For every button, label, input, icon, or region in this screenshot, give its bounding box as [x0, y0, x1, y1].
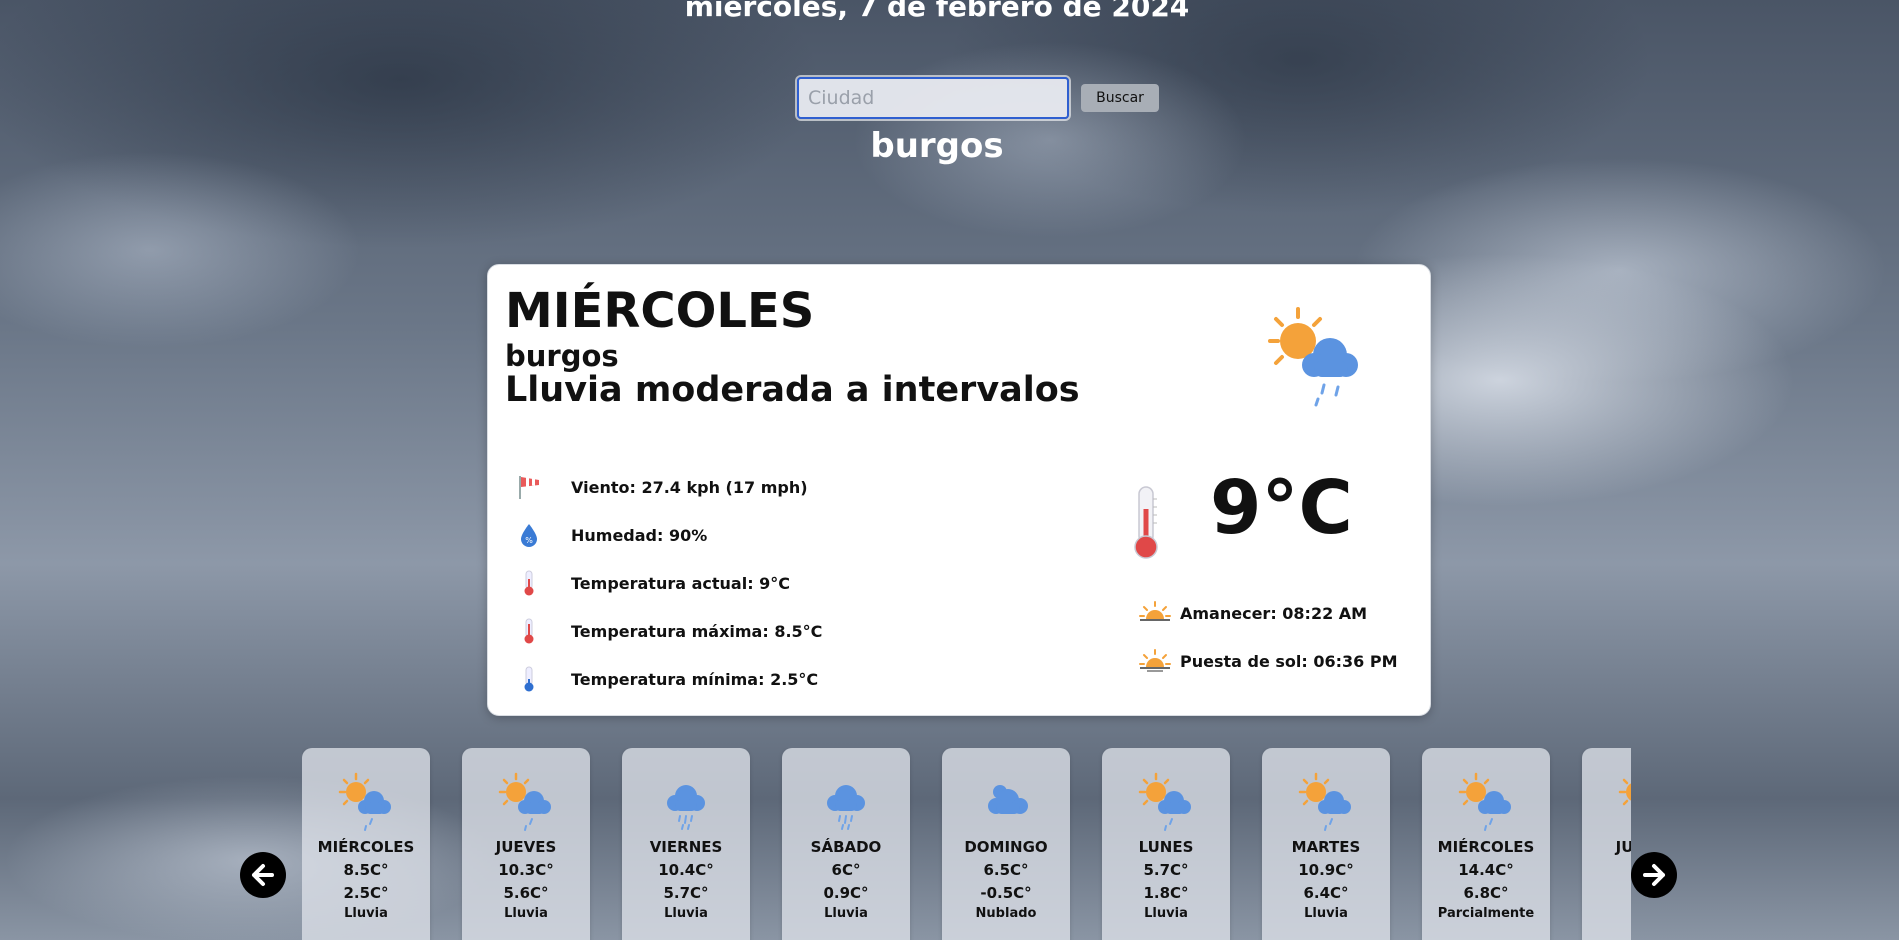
current-weather-card: MIÉRCOLES burgos Lluvia moderada a inter…	[487, 264, 1431, 716]
search-bar: Buscar	[797, 77, 1159, 119]
sunset-icon	[1139, 649, 1171, 672]
sunrise-text: Amanecer: 08:22 AM	[1180, 603, 1368, 623]
forecast-max-temp: 10.9C°	[1298, 861, 1354, 879]
forecast-min-temp: 2.5C°	[343, 884, 389, 902]
city-heading: burgos	[870, 126, 1004, 166]
arrow-right-icon	[1643, 864, 1665, 886]
detail-text: Temperatura máxima: 8.5°C	[571, 621, 823, 641]
forecast-max-temp: 10.4C°	[658, 861, 714, 879]
forecast-card[interactable]: JUEVES 1 6 L	[1582, 748, 1631, 940]
detail-min-temp: Temperatura mínima: 2.5°C	[515, 655, 822, 703]
forecast-min-temp: 6.8C°	[1463, 884, 1509, 902]
sun-cloud-rain-icon	[1138, 772, 1191, 831]
forecast-condition: Lluvia	[1144, 906, 1188, 921]
sunrise-row: Amanecer: 08:22 AM	[1138, 589, 1398, 637]
forecast-day: MIÉRCOLES	[1437, 838, 1535, 856]
thermometer-hot-icon	[515, 617, 543, 645]
sunset-text: Puesta de sol: 06:36 PM	[1180, 651, 1398, 671]
forecast-day: MIÉRCOLES	[317, 838, 415, 856]
weather-details-list: Viento: 27.4 kph (17 mph) % Humedad: 90%…	[515, 463, 822, 703]
windsock-icon	[515, 473, 543, 501]
page-date: miércoles, 7 de febrero de 2024	[684, 0, 1190, 23]
sunrise-icon	[1139, 601, 1171, 621]
sun-cloud-rain-icon	[338, 772, 391, 831]
forecast-day: LUNES	[1138, 838, 1194, 856]
detail-wind: Viento: 27.4 kph (17 mph)	[515, 463, 822, 511]
current-city: burgos	[505, 339, 619, 373]
forecast-condition: Lluvia	[664, 906, 708, 921]
sun-cloud-rain-icon	[498, 772, 551, 831]
forecast-card[interactable]: LUNES 5.7C° 1.8C° Lluvia	[1102, 748, 1230, 940]
sunset-row: Puesta de sol: 06:36 PM	[1138, 637, 1398, 685]
forecast-condition: Nublado	[975, 906, 1037, 921]
city-search-input[interactable]	[797, 77, 1069, 119]
forecast-card[interactable]: MIÉRCOLES 8.5C° 2.5C° Lluvia	[302, 748, 430, 940]
humidity-drop-icon: %	[515, 521, 543, 549]
cloud-rain-icon	[667, 785, 705, 830]
thermometer-icon	[1134, 486, 1158, 559]
detail-text: Viento: 27.4 kph (17 mph)	[571, 477, 808, 497]
detail-current-temp: Temperatura actual: 9°C	[515, 559, 822, 607]
current-temperature: 9°C	[1210, 465, 1353, 551]
forecast-card[interactable]: JUEVES 10.3C° 5.6C° Lluvia	[462, 748, 590, 940]
forecast-min-temp: 6	[1582, 884, 1631, 902]
search-button[interactable]: Buscar	[1081, 84, 1159, 112]
thermometer-icon	[515, 569, 543, 597]
forecast-card[interactable]: MIÉRCOLES 14.4C° 6.8C° Parcialmente	[1422, 748, 1550, 940]
forecast-day: VIERNES	[649, 838, 723, 856]
forecast-day: JUEVES	[495, 838, 557, 856]
forecast-max-temp: 5.7C°	[1143, 861, 1189, 879]
forecast-track: MIÉRCOLES 8.5C° 2.5C° Lluvia JUEVES 10.3C° 5.6…	[302, 748, 1631, 940]
forecast-min-temp: 1.8C°	[1143, 884, 1189, 902]
forecast-condition: Lluvia	[504, 906, 548, 921]
forecast-max-temp: 6C°	[831, 861, 861, 879]
thermometer-cold-icon	[515, 665, 543, 693]
forecast-day: MARTES	[1291, 838, 1361, 856]
forecast-day: SÁBADO	[810, 838, 882, 856]
detail-text: Temperatura mínima: 2.5°C	[571, 669, 819, 689]
carousel-prev-button[interactable]	[240, 852, 286, 898]
forecast-card[interactable]: DOMINGO 6.5C° -0.5C° Nublado	[942, 748, 1070, 940]
cloud-icon	[988, 785, 1028, 814]
forecast-condition: L	[1582, 906, 1631, 921]
sun-cloud-rain-icon	[1458, 772, 1511, 831]
forecast-max-temp: 6.5C°	[983, 861, 1029, 879]
forecast-card[interactable]: SÁBADO 6C° 0.9C° Lluvia	[782, 748, 910, 940]
forecast-day: JUEVES	[1615, 838, 1631, 856]
forecast-condition: Parcialmente	[1437, 906, 1535, 921]
forecast-card[interactable]: MARTES 10.9C° 6.4C° Lluvia	[1262, 748, 1390, 940]
detail-humidity: % Humedad: 90%	[515, 511, 822, 559]
forecast-max-temp: 10.3C°	[498, 861, 554, 879]
sun-cloud-rain-icon	[1618, 778, 1631, 806]
detail-max-temp: Temperatura máxima: 8.5°C	[515, 607, 822, 655]
svg-text:%: %	[525, 536, 533, 545]
cloud-rain-icon	[827, 785, 865, 830]
forecast-max-temp: 1	[1582, 861, 1631, 879]
carousel-next-button[interactable]	[1631, 852, 1677, 898]
detail-text: Temperatura actual: 9°C	[571, 573, 791, 593]
sun-cloud-rain-icon	[1268, 307, 1358, 407]
current-day: MIÉRCOLES	[505, 283, 815, 339]
forecast-min-temp: 6.4C°	[1303, 884, 1349, 902]
forecast-day: DOMINGO	[964, 838, 1048, 856]
arrow-left-icon	[252, 864, 274, 886]
forecast-min-temp: 5.6C°	[503, 884, 549, 902]
forecast-condition: Lluvia	[1304, 906, 1348, 921]
forecast-min-temp: 0.9C°	[823, 884, 869, 902]
forecast-max-temp: 14.4C°	[1458, 861, 1514, 879]
forecast-card[interactable]: VIERNES 10.4C° 5.7C° Lluvia	[622, 748, 750, 940]
sun-times: Amanecer: 08:22 AM Puesta de sol: 06:36 …	[1138, 589, 1398, 685]
detail-text: Humedad: 90%	[571, 525, 708, 545]
forecast-carousel[interactable]: MIÉRCOLES 8.5C° 2.5C° Lluvia JUEVES 10.3C° 5.6…	[302, 748, 1631, 940]
sun-cloud-rain-icon	[1298, 772, 1351, 831]
forecast-condition: Lluvia	[824, 906, 868, 921]
forecast-condition: Lluvia	[344, 906, 388, 921]
forecast-min-temp: 5.7C°	[663, 884, 709, 902]
forecast-max-temp: 8.5C°	[343, 861, 389, 879]
current-condition: Lluvia moderada a intervalos	[505, 370, 1080, 410]
forecast-min-temp: -0.5C°	[980, 884, 1032, 902]
